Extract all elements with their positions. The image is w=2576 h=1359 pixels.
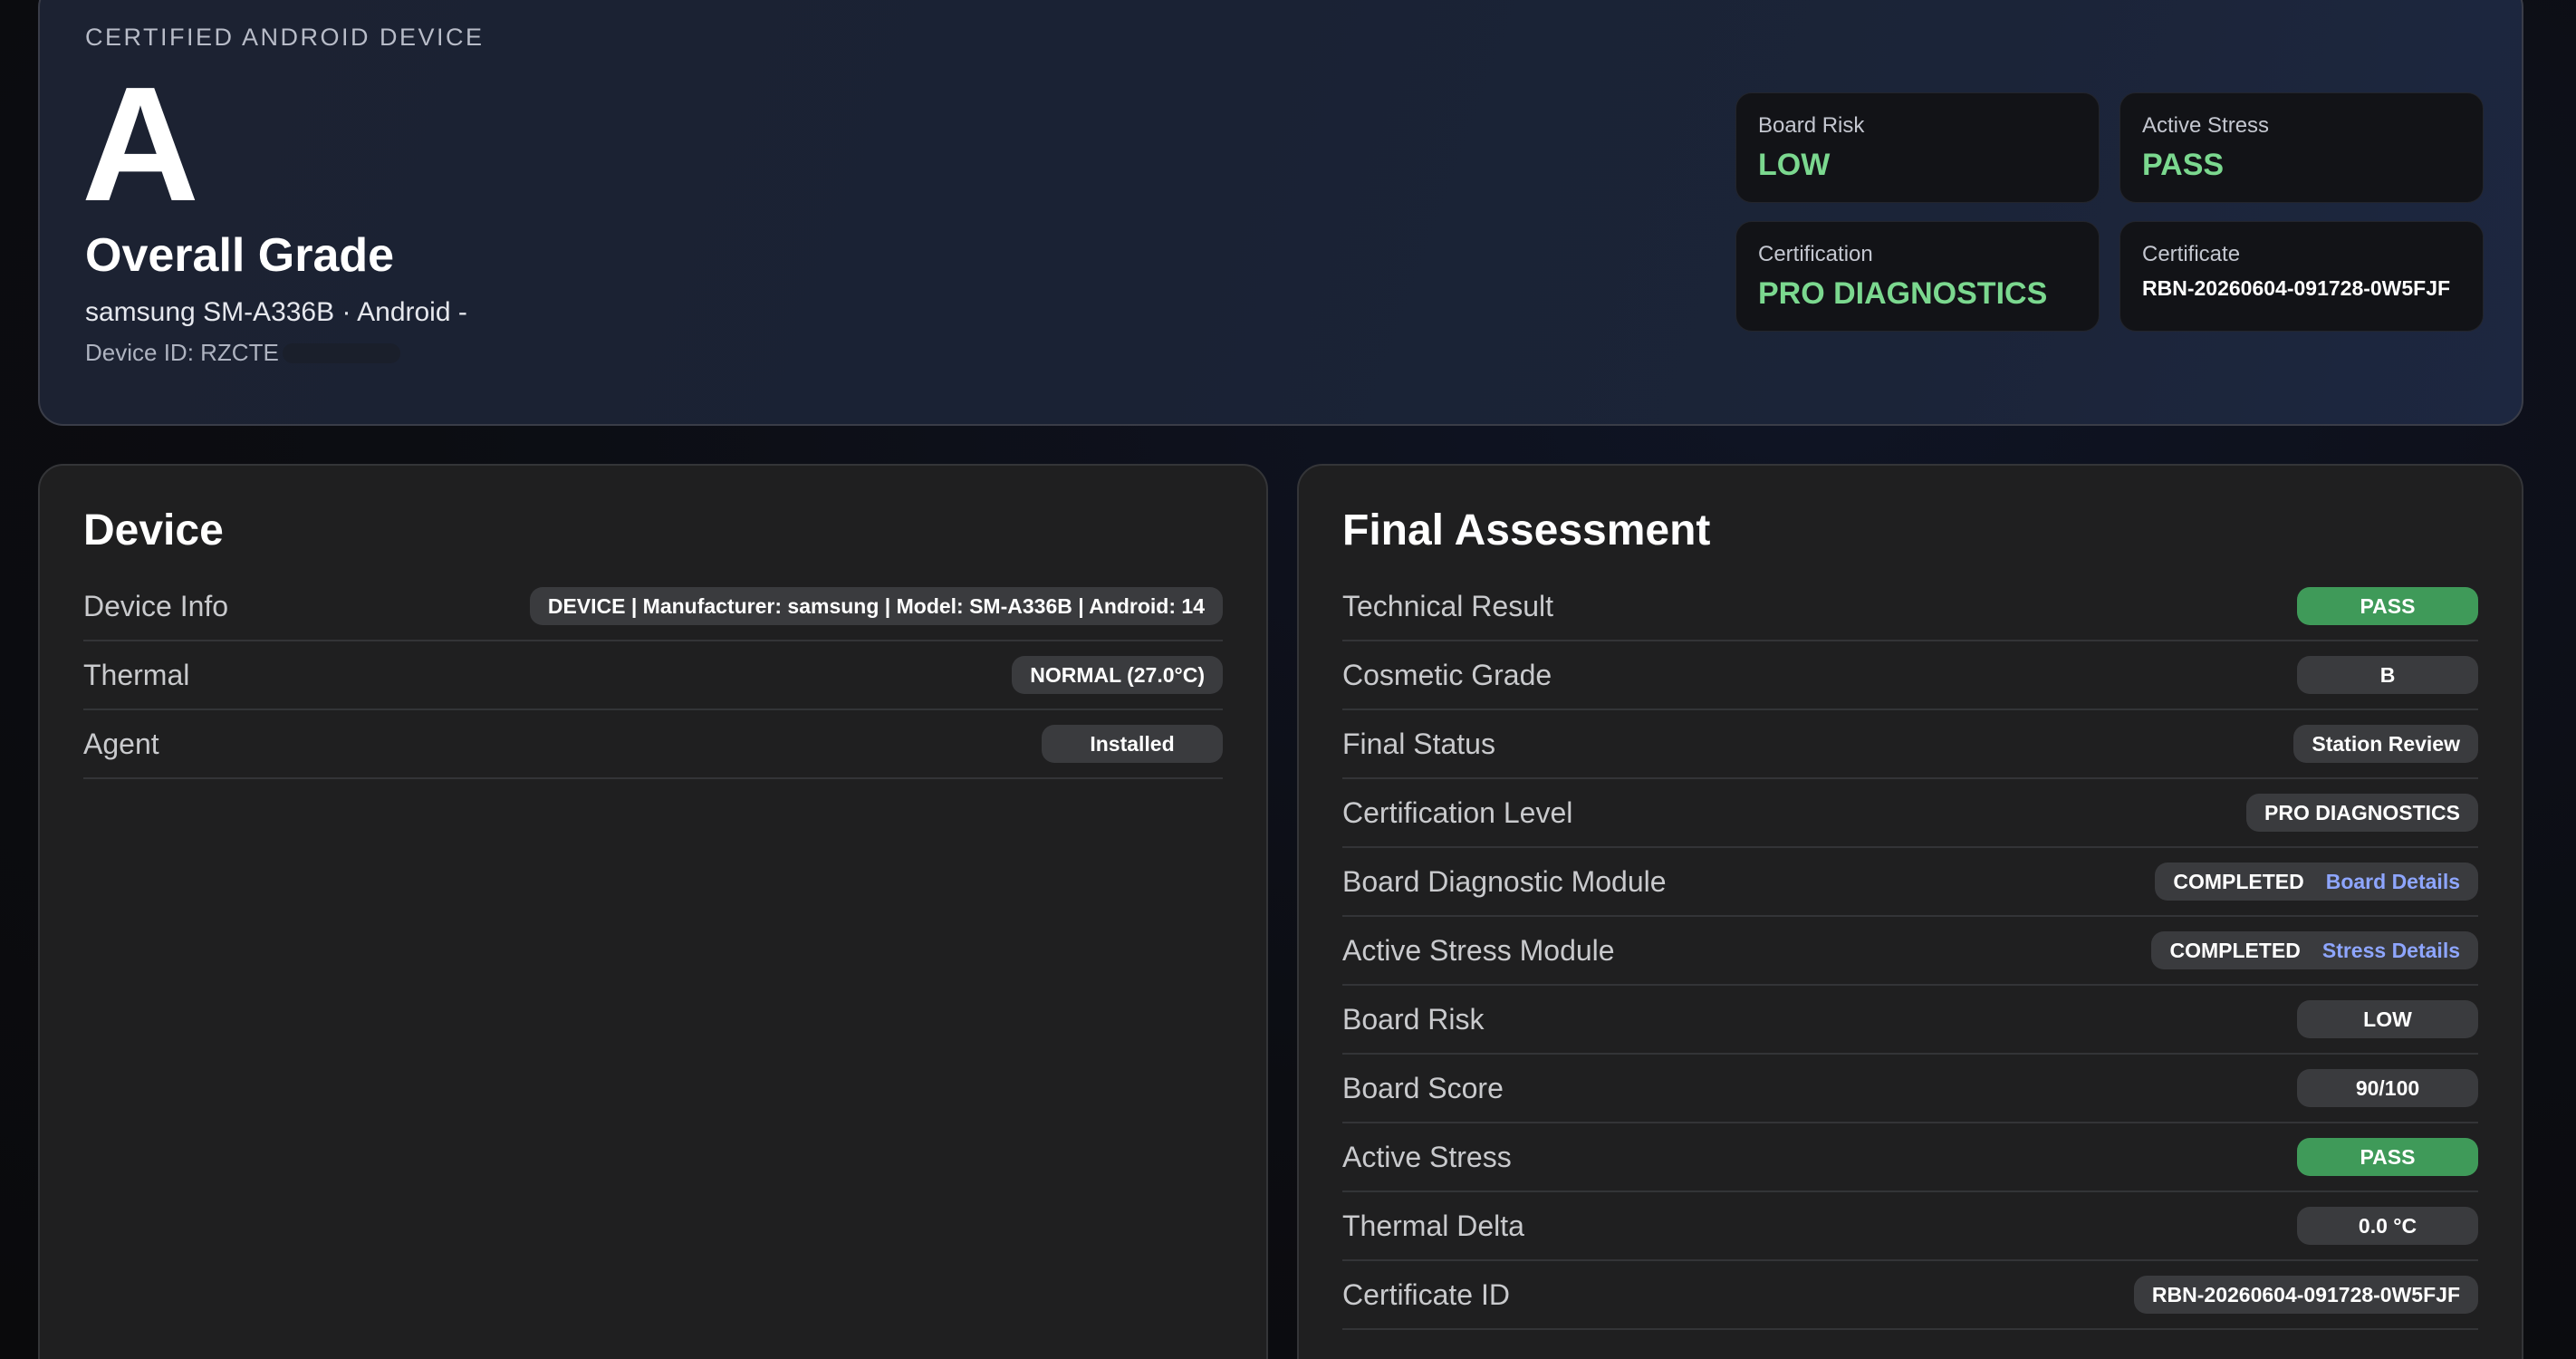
panel-title: Final Assessment [1342, 506, 1711, 554]
row-label: Cosmetic Grade [1342, 658, 1552, 691]
board-module-badge: COMPLETED Board Details [2155, 863, 2478, 901]
redaction-bar [282, 342, 400, 363]
row-label: Agent [83, 727, 159, 760]
certification-level-badge: PRO DIAGNOSTICS [2246, 794, 2478, 832]
final-assessment-panel: Final Assessment Technical Result PASS C… [1297, 464, 2523, 1359]
stat-label: Active Stress [2142, 113, 2270, 138]
panel-title: Device [83, 506, 224, 554]
stat-value: LOW [1758, 148, 1831, 182]
stat-label: Board Risk [1758, 113, 1865, 138]
row-agent: Agent Installed [83, 710, 1223, 779]
board-score-badge: 90/100 [2297, 1069, 2478, 1107]
row-label: Board Diagnostic Module [1342, 864, 1667, 898]
stat-active-stress: Active Stress PASS [2119, 92, 2484, 203]
hero-eyebrow: CERTIFIED ANDROID DEVICE [85, 24, 485, 51]
row-label: Technical Result [1342, 589, 1553, 622]
row-certificate-id: Certificate ID RBN-20260604-091728-0W5FJ… [1342, 1261, 2478, 1330]
row-label: Thermal [83, 658, 190, 691]
row-board-score: Board Score 90/100 [1342, 1055, 2478, 1123]
cosmetic-grade-badge: B [2297, 656, 2478, 694]
active-stress-badge: PASS [2297, 1138, 2478, 1176]
certificate-id-badge: RBN-20260604-091728-0W5FJF [2133, 1276, 2478, 1314]
row-label: Active Stress [1342, 1140, 1512, 1173]
thermal-badge: NORMAL (27.0°C) [1012, 656, 1223, 694]
hero-title: Overall Grade [85, 229, 395, 282]
module-status: COMPLETED [2169, 938, 2301, 962]
row-label: Thermal Delta [1342, 1209, 1524, 1242]
row-label: Board Risk [1342, 1002, 1485, 1036]
board-risk-badge: LOW [2297, 1000, 2478, 1038]
row-active-stress: Active Stress PASS [1342, 1123, 2478, 1192]
row-label: Certificate ID [1342, 1277, 1510, 1311]
row-final-status: Final Status Station Review [1342, 710, 2478, 779]
row-thermal: Thermal NORMAL (27.0°C) [83, 641, 1223, 710]
stress-module-badge: COMPLETED Stress Details [2151, 931, 2478, 969]
row-technical-result: Technical Result PASS [1342, 573, 2478, 641]
row-cosmetic-grade: Cosmetic Grade B [1342, 641, 2478, 710]
row-certification-level: Certification Level PRO DIAGNOSTICS [1342, 779, 2478, 848]
device-id: Device ID: RZCTE [85, 339, 400, 367]
stat-certificate: Certificate RBN-20260604-091728-0W5FJF [2119, 221, 2484, 332]
stat-certification: Certification PRO DIAGNOSTICS [1735, 221, 2100, 332]
row-label: Device Info [83, 589, 229, 622]
row-label: Final Status [1342, 727, 1495, 760]
row-label: Certification Level [1342, 795, 1573, 829]
page: CERTIFIED ANDROID DEVICE A Overall Grade… [0, 0, 2576, 1359]
agent-badge: Installed [1042, 725, 1223, 763]
row-active-stress-module: Active Stress Module COMPLETED Stress De… [1342, 917, 2478, 986]
final-status-badge: Station Review [2293, 725, 2478, 763]
board-details-link[interactable]: Board Details [2326, 870, 2460, 894]
technical-result-badge: PASS [2297, 587, 2478, 625]
grade-hero-card: CERTIFIED ANDROID DEVICE A Overall Grade… [38, 0, 2523, 426]
summary-stat-grid: Board Risk LOW Active Stress PASS Certif… [1735, 92, 2484, 332]
stat-value: PRO DIAGNOSTICS [1758, 276, 2048, 311]
row-board-risk: Board Risk LOW [1342, 986, 2478, 1055]
device-panel: Device Device Info DEVICE | Manufacturer… [38, 464, 1268, 1359]
stat-value: PASS [2142, 148, 2225, 182]
stat-label: Certificate [2142, 242, 2241, 266]
stat-board-risk: Board Risk LOW [1735, 92, 2100, 203]
module-status: COMPLETED [2173, 869, 2304, 893]
overall-grade-letter: A [82, 53, 199, 236]
row-label: Active Stress Module [1342, 933, 1615, 967]
row-device-info: Device Info DEVICE | Manufacturer: samsu… [83, 573, 1223, 641]
row-board-diagnostic-module: Board Diagnostic Module COMPLETED Board … [1342, 848, 2478, 917]
row-label: Board Score [1342, 1071, 1504, 1104]
thermal-delta-badge: 0.0 °C [2297, 1207, 2478, 1245]
stat-label: Certification [1758, 242, 1873, 266]
device-info-badge: DEVICE | Manufacturer: samsung | Model: … [529, 587, 1223, 625]
stress-details-link[interactable]: Stress Details [2322, 939, 2460, 963]
row-thermal-delta: Thermal Delta 0.0 °C [1342, 1192, 2478, 1261]
device-subtitle: samsung SM-A336B · Android - [85, 297, 467, 327]
stat-value: RBN-20260604-091728-0W5FJF [2142, 276, 2451, 300]
device-id-text: Device ID: RZCTE [85, 339, 279, 366]
